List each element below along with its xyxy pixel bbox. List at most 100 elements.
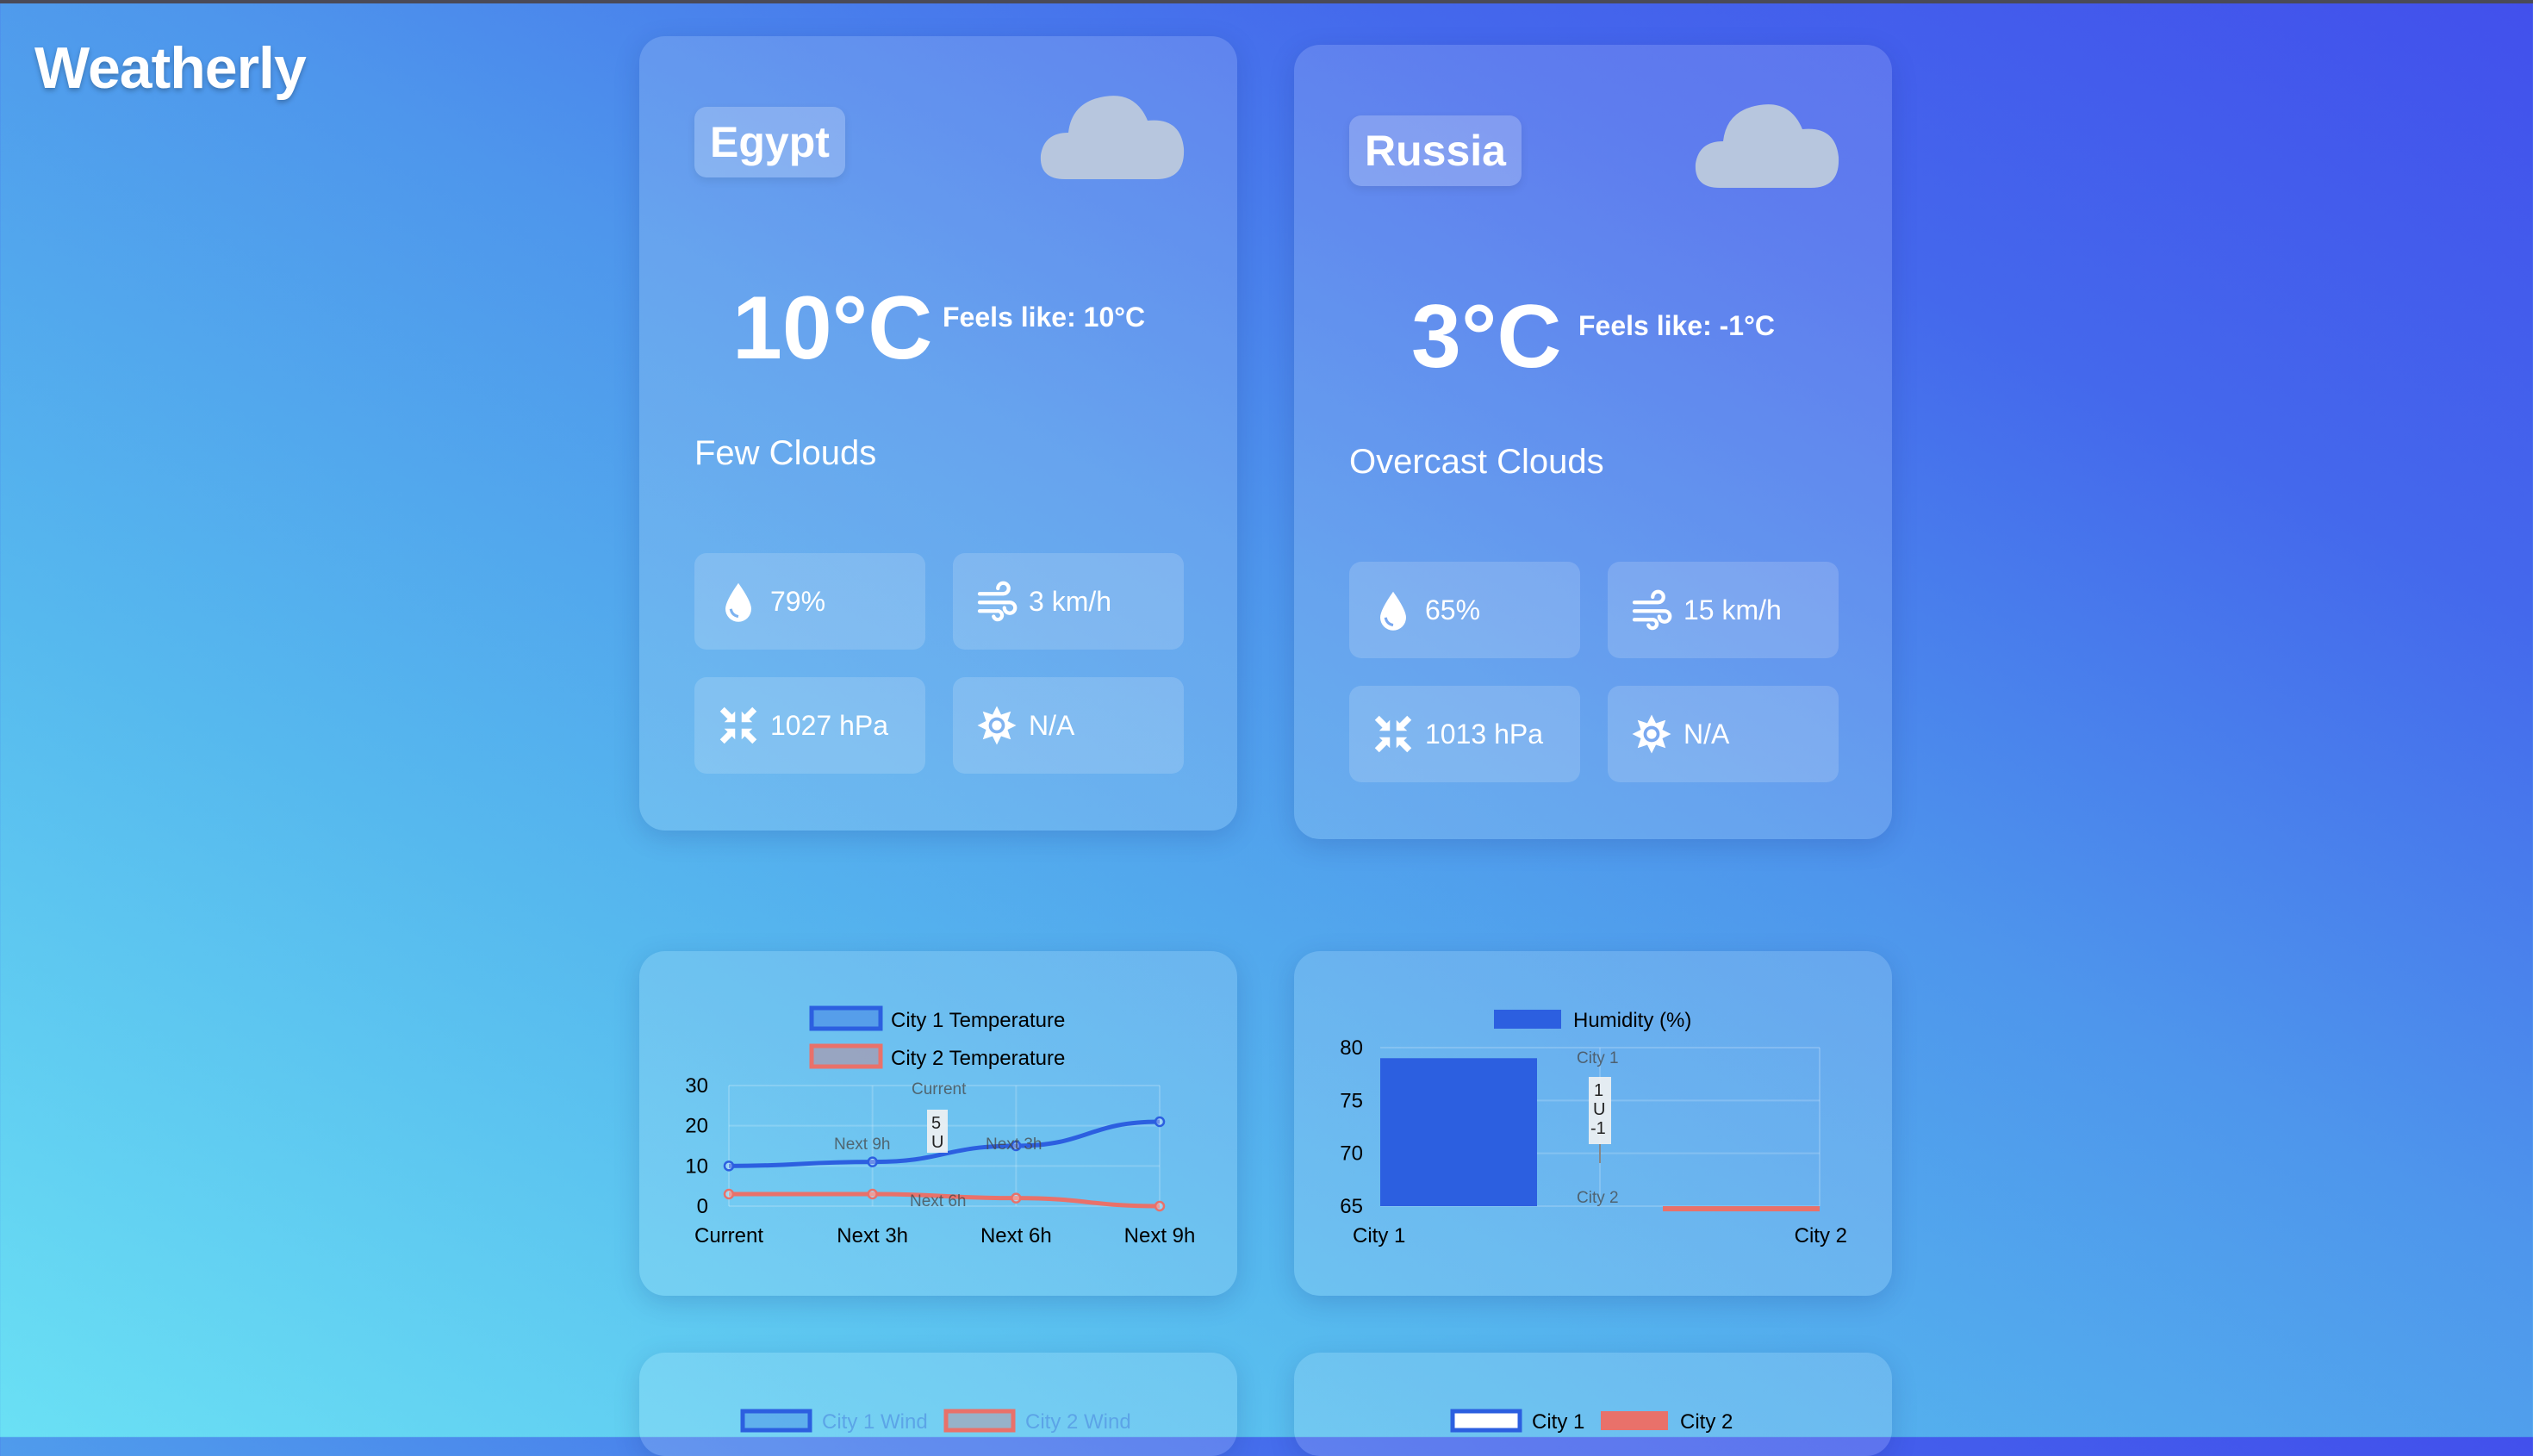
legend-label-city-1: City 1 Temperature [891,1009,1065,1032]
temperature-line-chart: City 1 Temperature City 2 Temperature 0 1… [685,1005,1195,1248]
wind-tile: 15 km/h [1608,562,1839,658]
overlay-label: City 2 [1577,1189,1619,1207]
cloud-icon [1040,96,1185,179]
uv-value: N/A [1029,709,1075,741]
y-axis-ticks: 65 70 75 80 [1340,1036,1363,1218]
pressure-tile: 1027 hPa [694,677,925,774]
wind-value: 15 km/h [1683,594,1782,625]
wind-icon [1632,589,1672,631]
legend-swatch-city-2 [943,1409,1016,1433]
legend-swatch-humidity [1494,1010,1561,1029]
cloud-icon [1695,104,1839,188]
feels-like: Feels like: 10°C [943,302,1146,333]
wind-tile: 3 km/h [953,553,1184,650]
overlay-label: Next 3h [986,1136,1042,1154]
pressure-value: 1027 hPa [770,709,889,741]
legend-label-city-2: City 2 Temperature [891,1047,1065,1070]
data-point [1154,1200,1166,1212]
x-tick-label: Current [694,1224,763,1248]
humidity-value: 79% [770,585,826,617]
overlay-label: Next 9h [834,1136,890,1154]
temperature-chart-card: City 1 Temperature City 2 Temperature 0 1… [639,951,1237,1296]
tooltip-text: U [931,1133,943,1152]
data-point [1011,1192,1022,1204]
x-axis-ticks: Current Next 3h Next 6h Next 9h [694,1224,1195,1248]
uv-value: N/A [1683,718,1730,750]
legend[interactable]: Humidity (%) [1494,1009,1691,1032]
uv-tile: N/A [953,677,1184,774]
tooltip-text: 1 [1594,1081,1603,1100]
wind-value: 3 km/h [1029,585,1112,617]
temperature: 3°C [1411,287,1562,387]
weather-description: Few Clouds [694,434,877,472]
y-tick-label: 80 [1340,1036,1363,1060]
compress-arrows-icon [719,706,757,744]
y-tick-label: 30 [685,1074,708,1098]
overlay-label: Next 6h [910,1192,966,1210]
legend[interactable]: City 1 Temperature City 2 Temperature [809,1005,1065,1070]
tooltip-text: 5 [931,1114,941,1133]
y-tick-label: 20 [685,1115,708,1138]
y-tick-label: 65 [1340,1195,1363,1218]
y-tick-label: 0 [697,1195,708,1218]
x-tick-label: City 1 [1353,1224,1405,1248]
pressure-value: 1013 hPa [1425,718,1544,750]
x-tick-label: City 2 [1795,1224,1847,1248]
y-tick-label: 70 [1340,1142,1363,1166]
sun-icon [977,706,1017,745]
comparison-chart-card: City 1 City 2 [1294,1353,1892,1456]
legend-label-city-2: City 2 [1680,1410,1733,1434]
compress-arrows-icon [1374,715,1412,753]
legend-label-city-1-wind: City 1 Wind [822,1410,928,1434]
x-axis-ticks: City 1 City 2 [1353,1224,1847,1248]
data-point [1154,1116,1166,1128]
pressure-tile: 1013 hPa [1349,686,1580,782]
uv-tile: N/A [1608,686,1839,782]
overlay-label: Current [912,1080,967,1098]
sun-icon [1632,714,1671,754]
data-point [723,1188,735,1200]
tooltip-text: U [1593,1100,1605,1119]
data-point [723,1160,735,1172]
wind-icon [977,581,1018,622]
x-tick-label: Next 6h [980,1224,1052,1248]
humidity-tile: 65% [1349,562,1580,658]
tooltip-text: -1 [1590,1119,1606,1138]
comparison-chart-legend[interactable]: City 1 City 2 [1294,1353,1892,1456]
country-label: Russia [1349,115,1522,186]
tooltip-fragment: 5 U [927,1110,948,1153]
window-top-border [0,0,2533,3]
bar-1 [1380,1058,1537,1206]
tooltip-fragment: 1 U -1 [1589,1077,1611,1163]
legend-swatch-city-2 [1601,1411,1668,1430]
y-tick-label: 10 [685,1154,708,1178]
x-tick-label: Next 9h [1124,1224,1196,1248]
y-tick-label: 75 [1340,1089,1363,1112]
app-title: Weatherly [34,35,307,101]
legend-swatch-city-1 [740,1409,812,1433]
weather-description: Overcast Clouds [1349,443,1604,481]
weather-card-city-1: Egypt 10°C Feels like: 10°C Few Clouds 7… [639,36,1237,831]
feels-like: Feels like: -1°C [1578,310,1775,341]
data-point [867,1188,878,1200]
humidity-value: 65% [1425,594,1481,625]
water-drop-icon [1380,591,1406,631]
humidity-bar-chart: Humidity (%) 65 70 75 80 City 1 City 2 City … [1340,1009,1847,1248]
data-point [867,1156,878,1167]
water-drop-icon [725,582,751,622]
humidity-chart-card: Humidity (%) 65 70 75 80 City 1 City 2 City … [1294,951,1892,1296]
x-tick-label: Next 3h [837,1224,908,1248]
legend-swatch-city-2 [809,1043,883,1069]
humidity-tile: 79% [694,553,925,650]
overlay-label: City 1 [1577,1049,1619,1067]
temperature: 10°C [732,278,933,378]
legend-label-city-1: City 1 [1532,1410,1584,1434]
legend-label-humidity: Humidity (%) [1573,1009,1691,1032]
y-axis-ticks: 0 10 20 30 [685,1074,708,1218]
country-label: Egypt [694,107,845,177]
legend-label-city-2-wind: City 2 Wind [1025,1410,1131,1434]
legend-swatch-city-1 [809,1005,883,1031]
wind-chart-legend[interactable]: City 1 Wind City 2 Wind [639,1353,1237,1456]
wind-chart-card: City 1 Wind City 2 Wind [639,1353,1237,1456]
weather-card-city-2: Russia 3°C Feels like: -1°C Overcast Clo… [1294,45,1892,839]
